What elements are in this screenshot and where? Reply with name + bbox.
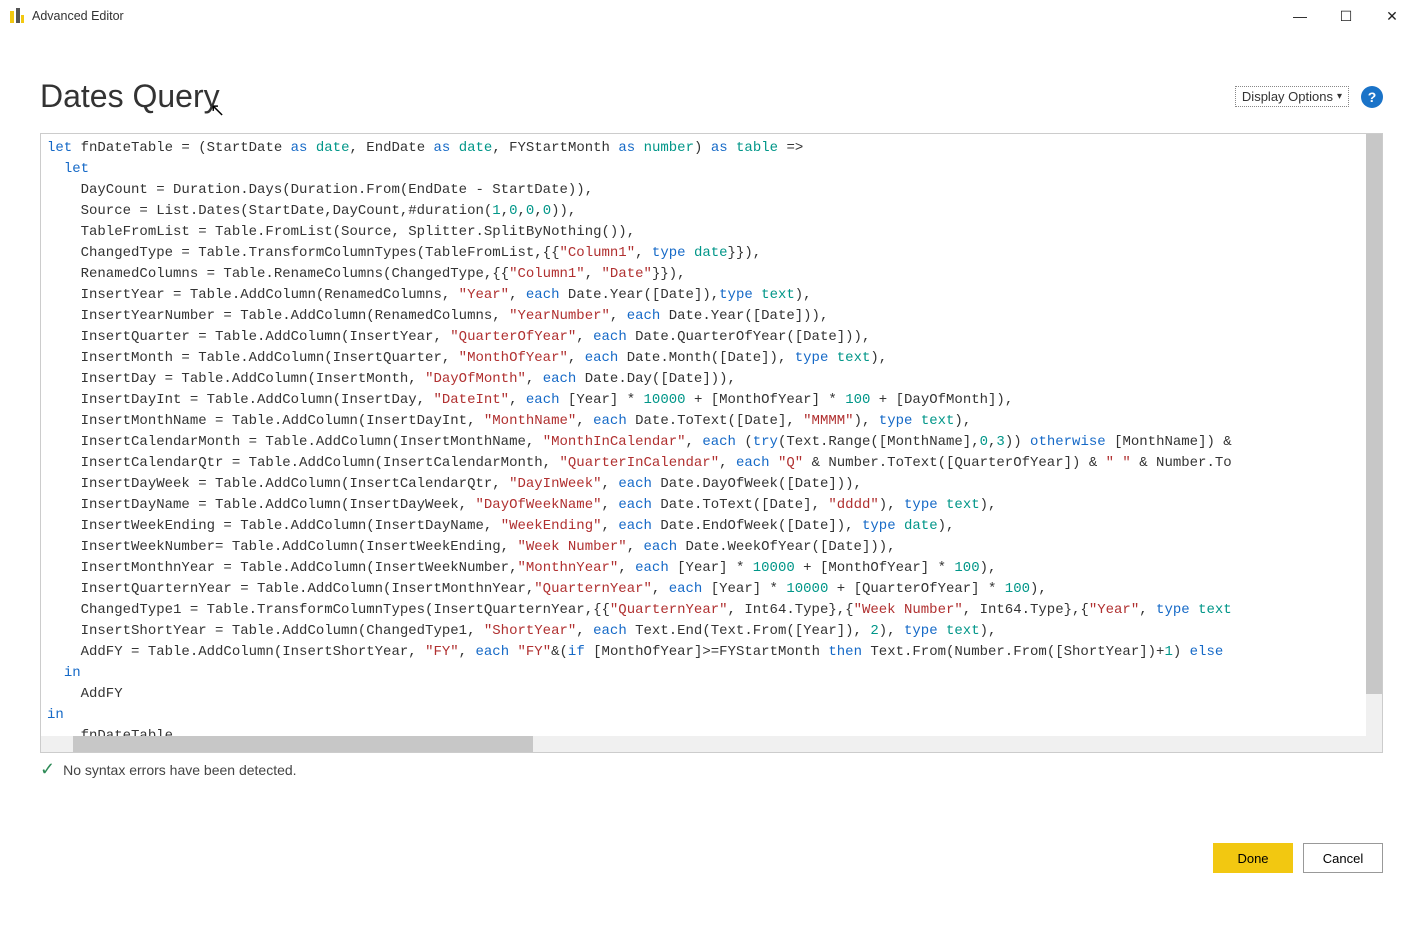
minimize-button[interactable]: — — [1277, 0, 1323, 32]
horizontal-scrollbar-thumb[interactable] — [73, 736, 533, 752]
help-icon[interactable]: ? — [1361, 86, 1383, 108]
horizontal-scrollbar[interactable] — [41, 736, 1382, 752]
app-icon — [8, 7, 26, 25]
display-options-label: Display Options — [1242, 89, 1333, 104]
display-options-dropdown[interactable]: Display Options ▾ — [1235, 86, 1349, 107]
window-title: Advanced Editor — [32, 9, 124, 23]
code-editor[interactable]: let fnDateTable = (StartDate as date, En… — [40, 133, 1383, 753]
vertical-scrollbar-thumb[interactable] — [1366, 134, 1382, 694]
status-message: No syntax errors have been detected. — [63, 762, 296, 778]
check-icon: ✓ — [40, 759, 55, 780]
done-button[interactable]: Done — [1213, 843, 1293, 873]
titlebar: Advanced Editor — ☐ ✕ — [0, 0, 1423, 32]
page-title: Dates Query — [40, 78, 1235, 115]
cancel-button[interactable]: Cancel — [1303, 843, 1383, 873]
close-button[interactable]: ✕ — [1369, 0, 1415, 32]
chevron-down-icon: ▾ — [1337, 91, 1342, 102]
status-bar: ✓ No syntax errors have been detected. — [40, 759, 1383, 780]
maximize-button[interactable]: ☐ — [1323, 0, 1369, 32]
vertical-scrollbar[interactable] — [1366, 134, 1382, 752]
